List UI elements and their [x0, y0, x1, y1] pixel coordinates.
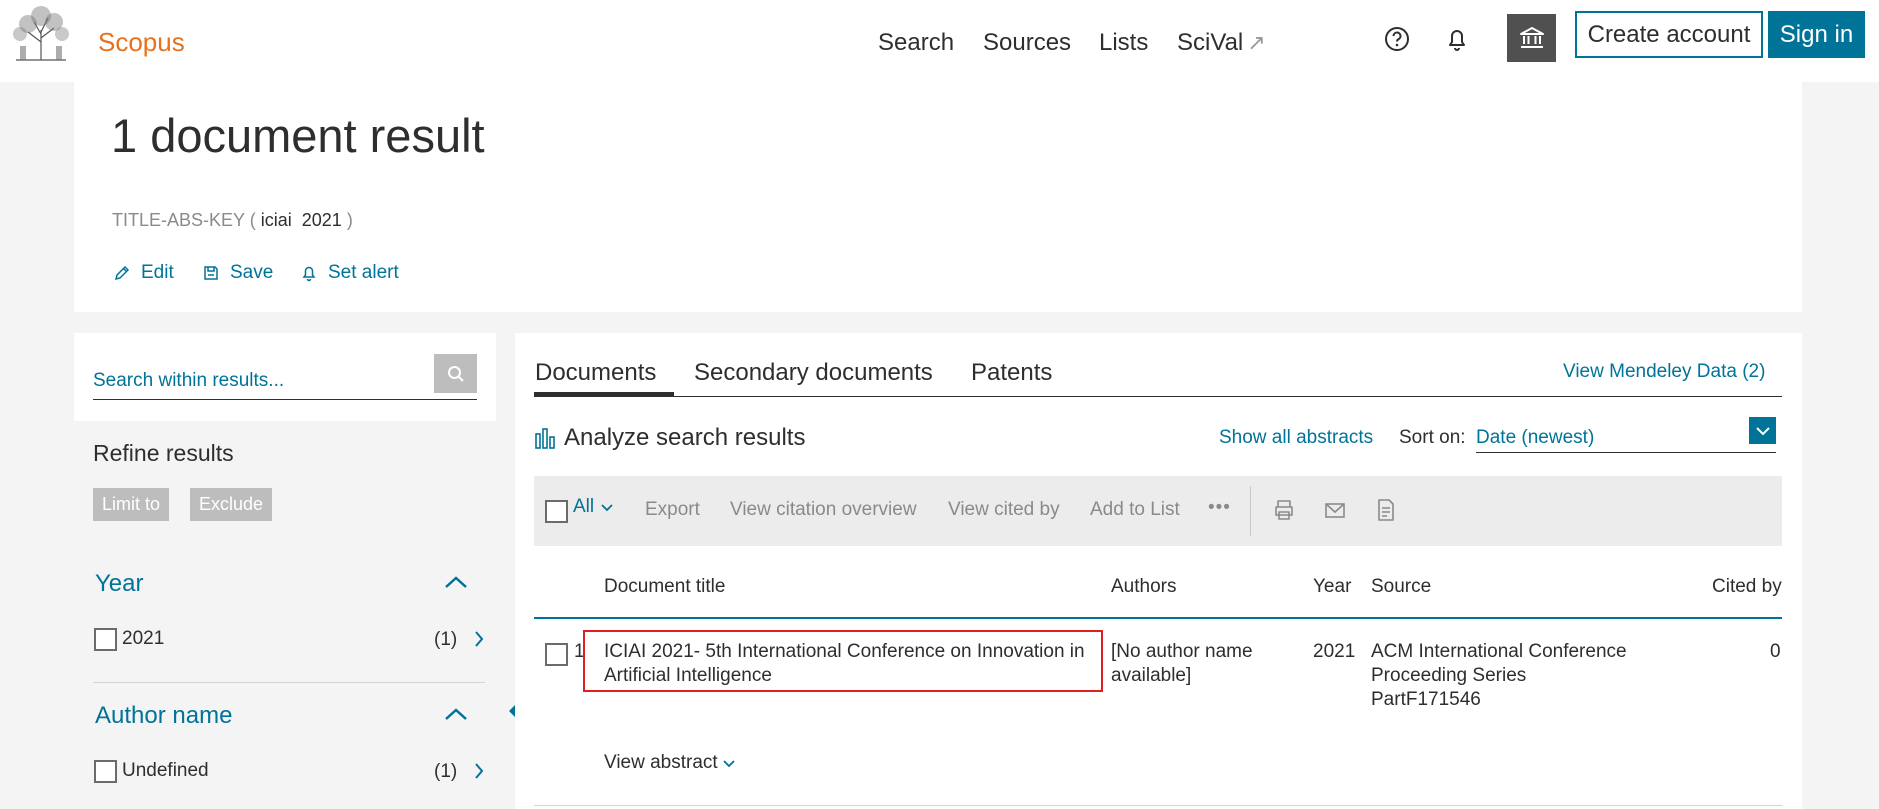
query-terms: iciai 2021: [260, 210, 342, 230]
tab-documents[interactable]: Documents: [535, 359, 656, 387]
facet-divider: [93, 682, 485, 683]
save-label: Save: [230, 262, 274, 283]
analyze-search-results-link[interactable]: Analyze search results: [534, 424, 805, 452]
source-line2: Proceeding Series: [1371, 665, 1527, 686]
save-query-link[interactable]: Save: [202, 262, 273, 284]
query-close-paren: ): [346, 210, 353, 230]
email-icon[interactable]: [1322, 497, 1348, 523]
select-all-label: All: [573, 496, 595, 517]
limit-to-button[interactable]: Limit to: [93, 488, 170, 521]
column-header-cited-by[interactable]: Cited by: [1712, 576, 1782, 598]
column-header-source[interactable]: Source: [1371, 576, 1431, 598]
institution-button[interactable]: [1507, 14, 1556, 62]
refine-results-title: Refine results: [93, 440, 234, 466]
more-options-icon[interactable]: •••: [1208, 497, 1231, 519]
source-line1: ACM International Conference: [1371, 641, 1627, 662]
export-button[interactable]: Export: [645, 499, 700, 521]
facet-label-undefined: Undefined: [122, 760, 209, 781]
query-field: TITLE-ABS-KEY: [112, 210, 245, 230]
highlight-box: [583, 630, 1103, 692]
view-cited-by-button[interactable]: View cited by: [948, 499, 1060, 521]
view-abstract-label: View abstract: [604, 752, 718, 773]
column-header-title[interactable]: Document title: [604, 576, 725, 598]
set-alert-label: Set alert: [328, 262, 399, 283]
page-title: 1 document result: [111, 109, 485, 162]
tabs-underline: [534, 396, 1782, 397]
set-alert-link[interactable]: Set alert: [300, 262, 399, 284]
add-to-list-button[interactable]: Add to List: [1090, 499, 1180, 521]
view-mendeley-data-link[interactable]: View Mendeley Data (2): [1563, 361, 1765, 383]
bell-icon[interactable]: [1442, 24, 1472, 54]
chevron-down-icon: [723, 759, 735, 767]
column-header-year[interactable]: Year: [1313, 576, 1351, 598]
toolbar-separator: [1250, 486, 1251, 536]
row-authors: [No author name available]: [1111, 640, 1253, 688]
scopus-brand-link[interactable]: Scopus: [98, 27, 185, 58]
institution-icon: [1519, 27, 1544, 48]
search-within-button[interactable]: [434, 354, 477, 393]
select-all-checkbox[interactable]: [545, 500, 568, 523]
row-checkbox[interactable]: [545, 643, 568, 666]
sort-label: Sort on:: [1399, 427, 1466, 448]
facet-label-2021: 2021: [122, 628, 165, 649]
help-icon[interactable]: [1382, 24, 1412, 54]
tab-patents[interactable]: Patents: [971, 359, 1052, 387]
row-cited-by-count[interactable]: 0: [1770, 640, 1781, 664]
sign-in-button[interactable]: Sign in: [1768, 11, 1865, 58]
nav-search[interactable]: Search: [878, 29, 954, 57]
view-abstract-toggle[interactable]: View abstract: [604, 752, 736, 774]
facet-checkbox-undefined[interactable]: [94, 760, 117, 783]
row-divider: [534, 805, 1782, 806]
chevron-right-icon[interactable]: [473, 761, 485, 781]
elsevier-tree-logo[interactable]: [6, 2, 76, 62]
bar-chart-icon: [535, 428, 555, 449]
bell-icon: [302, 266, 316, 282]
nav-sources[interactable]: Sources: [983, 29, 1071, 57]
create-account-button[interactable]: Create account: [1575, 11, 1763, 58]
chevron-right-icon[interactable]: [473, 629, 485, 649]
print-icon[interactable]: [1271, 497, 1297, 523]
nav-scival-label: SciVal: [1177, 29, 1244, 56]
select-all-dropdown[interactable]: All: [573, 496, 614, 518]
analyze-label: Analyze search results: [564, 424, 806, 451]
authors-line1: [No author name: [1111, 641, 1253, 662]
pencil-icon: [114, 265, 130, 281]
authors-line2: available]: [1111, 665, 1192, 686]
view-citation-overview-button[interactable]: View citation overview: [730, 499, 917, 521]
sort-dropdown-button[interactable]: [1749, 417, 1776, 444]
chevron-down-icon: [601, 503, 613, 511]
table-header-divider: [534, 617, 1782, 619]
chevron-down-icon: [1755, 426, 1770, 435]
external-link-icon: ↗: [1247, 30, 1266, 55]
pdf-icon[interactable]: [1373, 497, 1399, 523]
nav-scival[interactable]: SciVal ↗: [1177, 29, 1266, 57]
facet-count-undefined: (1): [434, 761, 458, 782]
facet-title-year[interactable]: Year: [95, 570, 144, 598]
facet-count-2021: (1): [434, 629, 458, 650]
floppy-disk-icon: [204, 266, 218, 280]
facet-checkbox-2021[interactable]: [94, 628, 117, 651]
tab-secondary-documents[interactable]: Secondary documents: [694, 359, 933, 387]
row-year: 2021: [1313, 641, 1356, 662]
query-open-paren: (: [249, 210, 256, 230]
facet-title-author-name[interactable]: Author name: [95, 702, 232, 730]
column-header-authors[interactable]: Authors: [1111, 576, 1176, 598]
edit-label: Edit: [141, 262, 174, 283]
show-all-abstracts-link[interactable]: Show all abstracts: [1219, 427, 1373, 449]
row-source-link[interactable]: ACM International Conference Proceeding …: [1371, 640, 1627, 712]
exclude-button[interactable]: Exclude: [190, 488, 273, 521]
edit-query-link[interactable]: Edit: [113, 262, 174, 284]
search-query-string: TITLE-ABS-KEY ( iciai 2021 ): [112, 210, 353, 231]
results-panel: [515, 333, 1802, 809]
search-within-input[interactable]: [93, 354, 477, 400]
source-line3: PartF171546: [1371, 689, 1481, 710]
nav-lists[interactable]: Lists: [1099, 29, 1148, 57]
active-tab-indicator: [534, 392, 674, 396]
search-icon: [447, 365, 464, 382]
chevron-up-icon[interactable]: [443, 706, 469, 722]
chevron-up-icon[interactable]: [443, 574, 469, 590]
sort-select[interactable]: Date (newest): [1476, 419, 1776, 453]
